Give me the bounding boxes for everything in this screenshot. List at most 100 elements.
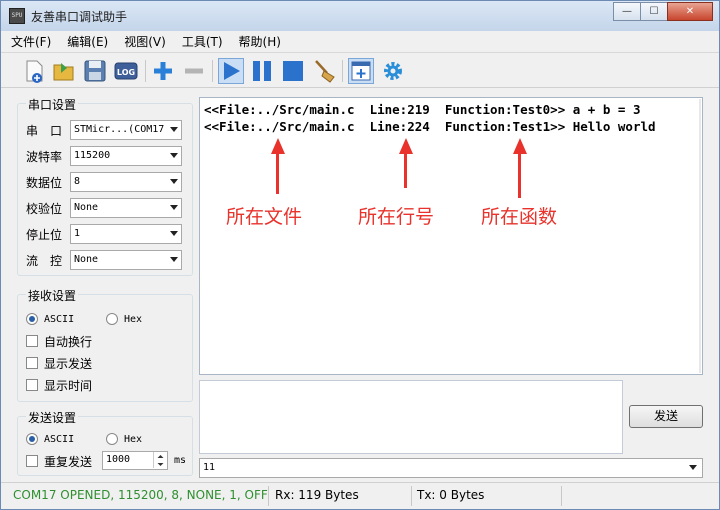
repeat-send-row: 重复发送 xyxy=(26,451,102,471)
send-hex-label: Hex xyxy=(124,433,143,445)
flow-select[interactable]: None xyxy=(70,250,182,270)
recv-ascii-radio[interactable] xyxy=(26,313,38,325)
baud-value: 115200 xyxy=(74,150,111,161)
app-window: SPU 友善串口调试助手 — ☐ ✕ 文件(F) 编辑(E) 视图(V) 工具(… xyxy=(0,0,720,510)
menu-file[interactable]: 文件(F) xyxy=(11,33,51,50)
send-ascii-radio[interactable] xyxy=(26,433,38,445)
repeat-send-checkbox[interactable] xyxy=(26,455,38,467)
serial-settings-title: 串口设置 xyxy=(26,96,79,113)
port-row: 串 口 xyxy=(26,120,70,140)
stopbits-row: 停止位 xyxy=(26,224,70,244)
stopbits-value: 1 xyxy=(74,228,81,239)
status-port: COM17 OPENED, 115200, 8, NONE, 1, OFF xyxy=(13,488,268,502)
databits-label: 数据位 xyxy=(26,175,63,190)
remove-button[interactable] xyxy=(181,58,207,84)
auto-wrap-row: 自动换行 xyxy=(26,331,92,351)
stepper-arrows[interactable] xyxy=(153,452,167,468)
annotation-line: 所在行号 xyxy=(358,206,435,228)
chevron-down-icon xyxy=(170,205,178,210)
stopbits-select[interactable]: 1 xyxy=(70,224,182,244)
flow-label: 流 控 xyxy=(26,253,63,268)
clear-button[interactable] xyxy=(312,58,338,84)
pause-icon xyxy=(253,61,271,81)
show-time-row: 显示时间 xyxy=(26,375,92,395)
log-button[interactable]: LOG xyxy=(113,58,139,84)
add-icon xyxy=(154,62,172,80)
chevron-down-icon xyxy=(170,257,178,262)
chevron-down-icon xyxy=(170,179,178,184)
send-input[interactable] xyxy=(199,380,623,454)
menu-help[interactable]: 帮助(H) xyxy=(239,33,281,50)
maximize-button[interactable]: ☐ xyxy=(640,2,668,21)
window-button[interactable] xyxy=(348,58,374,84)
receive-scrollbar[interactable] xyxy=(699,99,701,373)
status-separator xyxy=(268,486,269,506)
databits-select[interactable]: 8 xyxy=(70,172,182,192)
send-format-row: ASCII Hex xyxy=(26,429,142,449)
stop-button[interactable] xyxy=(280,58,306,84)
settings-button[interactable] xyxy=(380,58,406,84)
minimize-icon: — xyxy=(622,6,632,17)
new-file-button[interactable] xyxy=(21,58,47,84)
recv-hex-label: Hex xyxy=(124,313,143,325)
baud-label: 波特率 xyxy=(26,149,63,164)
status-tx: Tx: 0 Bytes xyxy=(417,488,485,502)
menu-view[interactable]: 视图(V) xyxy=(124,33,166,50)
send-button[interactable]: 发送 xyxy=(629,405,703,428)
stop-icon xyxy=(283,61,303,81)
receive-settings-group: 接收设置 ASCII Hex 自动换行 显示发送 显示时间 xyxy=(17,287,193,402)
stepper-arrows-icon xyxy=(157,455,164,466)
send-ascii-label: ASCII xyxy=(44,433,75,445)
menu-edit[interactable]: 编辑(E) xyxy=(67,33,108,50)
show-send-checkbox[interactable] xyxy=(26,357,38,369)
menu-tools[interactable]: 工具(T) xyxy=(182,33,223,50)
send-history-select[interactable]: 11 xyxy=(199,458,703,478)
interval-stepper[interactable]: 1000 xyxy=(102,451,168,470)
parity-value: None xyxy=(74,202,99,213)
toolbar: LOG xyxy=(1,54,719,88)
toolbar-separator xyxy=(145,60,146,82)
status-separator xyxy=(411,486,412,506)
chevron-down-icon xyxy=(689,465,697,470)
add-button[interactable] xyxy=(150,58,176,84)
close-icon: ✕ xyxy=(685,6,695,17)
baud-select[interactable]: 115200 xyxy=(70,146,182,166)
close-button[interactable]: ✕ xyxy=(667,2,713,21)
pause-button[interactable] xyxy=(249,58,275,84)
recv-hex-radio[interactable] xyxy=(106,313,118,325)
remove-icon xyxy=(185,68,203,74)
new-file-icon xyxy=(26,60,43,83)
baud-row: 波特率 xyxy=(26,146,70,166)
log-icon-label: LOG xyxy=(117,68,135,77)
flow-value: None xyxy=(74,254,99,265)
interval-unit: ms xyxy=(174,455,187,466)
chevron-down-icon xyxy=(170,231,178,236)
menu-bar: 文件(F) 编辑(E) 视图(V) 工具(T) 帮助(H) xyxy=(1,31,719,53)
save-button[interactable] xyxy=(82,58,108,84)
chevron-down-icon xyxy=(170,127,178,132)
open-folder-icon xyxy=(53,63,74,81)
title-bar[interactable]: SPU 友善串口调试助手 — ☐ ✕ xyxy=(1,1,719,31)
gear-icon xyxy=(384,62,402,80)
auto-wrap-checkbox[interactable] xyxy=(26,335,38,347)
status-separator xyxy=(561,486,562,506)
port-select[interactable]: STMicr...(COM17 xyxy=(70,120,182,140)
log-icon: LOG xyxy=(114,62,138,80)
save-icon xyxy=(84,60,106,82)
recv-format-row: ASCII Hex xyxy=(26,309,142,329)
minimize-button[interactable]: — xyxy=(613,2,641,21)
show-time-checkbox[interactable] xyxy=(26,379,38,391)
play-button[interactable] xyxy=(218,58,244,84)
arrow-shaft-file xyxy=(276,152,279,194)
annotation-function: 所在函数 xyxy=(481,206,558,228)
databits-row: 数据位 xyxy=(26,172,70,192)
receive-settings-title: 接收设置 xyxy=(26,287,79,304)
send-hex-radio[interactable] xyxy=(106,433,118,445)
show-time-label: 显示时间 xyxy=(44,378,93,393)
receive-display[interactable]: <<File:../Src/main.c Line:219 Function:T… xyxy=(199,97,703,375)
open-folder-button[interactable] xyxy=(51,58,77,84)
parity-select[interactable]: None xyxy=(70,198,182,218)
send-history-value: 11 xyxy=(203,462,216,473)
chevron-down-icon xyxy=(170,153,178,158)
recv-ascii-label: ASCII xyxy=(44,313,75,325)
